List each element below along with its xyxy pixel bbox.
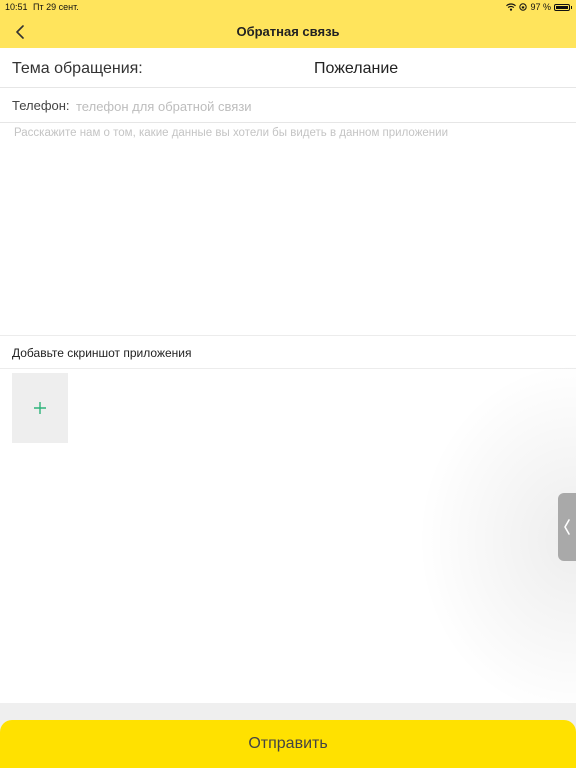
add-screenshot-button[interactable] <box>12 373 68 443</box>
wifi-icon <box>506 3 517 11</box>
battery-fill <box>556 5 568 9</box>
topic-value[interactable]: Пожелание <box>314 60 398 78</box>
page-title: Обратная связь <box>236 24 340 39</box>
topic-selector[interactable]: Тема обращения: Пожелание <box>0 48 576 88</box>
status-indicators: 97 % <box>506 2 572 12</box>
status-date: Пт 29 сент. <box>33 2 79 12</box>
status-bar: 10:51 Пт 29 сент. 97 % <box>0 0 576 14</box>
rotation-lock-icon <box>519 3 528 11</box>
phone-input[interactable] <box>74 94 558 118</box>
battery-icon <box>554 3 572 11</box>
chevron-left-icon <box>564 519 570 535</box>
submit-button[interactable]: Отправить <box>0 720 576 768</box>
screenshot-label: Добавьте скриншот приложения <box>12 346 192 360</box>
plus-icon <box>34 402 46 414</box>
status-time: 10:51 <box>5 2 28 12</box>
divider <box>0 335 576 336</box>
topic-label: Тема обращения: <box>12 60 143 77</box>
phone-label: Телефон: <box>12 98 70 113</box>
navigation-bar: Обратная связь <box>0 14 576 48</box>
side-panel-shadow <box>416 360 576 720</box>
phone-row: Телефон: <box>0 88 576 123</box>
message-textarea[interactable] <box>10 124 566 332</box>
side-panel-handle[interactable] <box>558 493 576 561</box>
battery-percent: 97 % <box>530 2 551 12</box>
